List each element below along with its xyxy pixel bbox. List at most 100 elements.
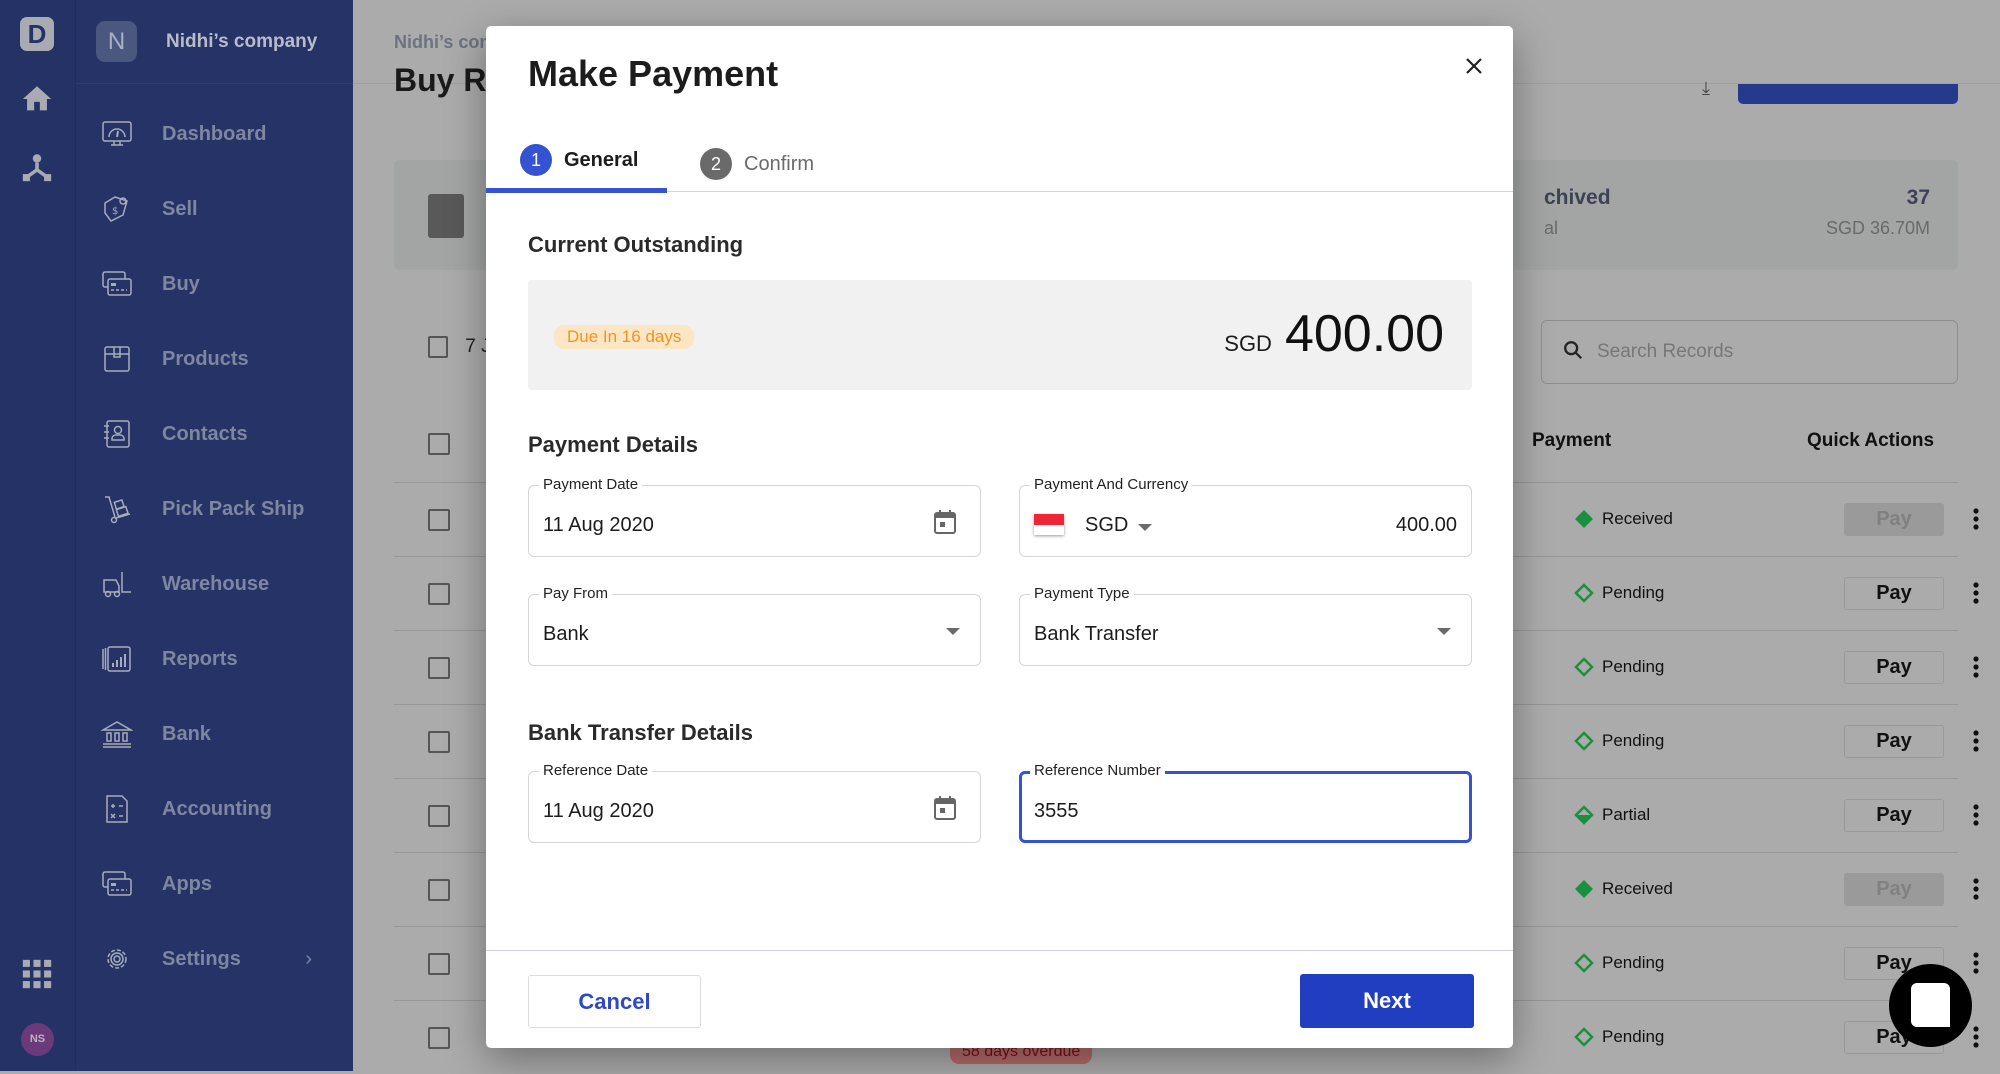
- sidebar-item-label: Buy: [162, 272, 200, 295]
- user-avatar[interactable]: NS: [21, 1023, 54, 1056]
- row-checkbox[interactable]: [428, 879, 450, 901]
- pay-button[interactable]: Pay: [1844, 503, 1944, 536]
- row-checkbox[interactable]: [428, 657, 450, 679]
- chat-button[interactable]: [1889, 964, 1972, 1047]
- close-icon[interactable]: [1462, 54, 1486, 78]
- pay-button[interactable]: Pay: [1844, 799, 1944, 832]
- sidebar-item-accounting[interactable]: Accounting: [76, 784, 354, 834]
- modal-title: Make Payment: [528, 53, 779, 94]
- edit-document-icon: [428, 194, 464, 238]
- more-options-icon[interactable]: [1972, 803, 1980, 827]
- pay-button[interactable]: Pay: [1844, 873, 1944, 906]
- sidebar-item-bank[interactable]: Bank: [76, 709, 354, 759]
- sidebar-item-warehouse[interactable]: Warehouse: [76, 559, 354, 609]
- row-checkbox[interactable]: [428, 805, 450, 827]
- primary-action-button[interactable]: [1738, 84, 1958, 104]
- company-switcher[interactable]: N Nidhi’s company: [76, 0, 353, 84]
- calendar-icon[interactable]: [934, 796, 956, 820]
- outstanding-currency: SGD: [1224, 331, 1272, 356]
- reference-date-field[interactable]: Reference Date 11 Aug 2020: [528, 762, 981, 843]
- more-options-icon[interactable]: [1972, 507, 1980, 531]
- bank-transfer-details-heading: Bank Transfer Details: [528, 720, 753, 745]
- gear-icon: [107, 949, 127, 969]
- sidebar-item-label: Warehouse: [162, 572, 270, 595]
- company-avatar: N: [96, 21, 137, 62]
- sidebar-item-settings[interactable]: Settings ›: [76, 934, 354, 984]
- sidebar-item-pick-pack-ship[interactable]: Pick Pack Ship: [76, 484, 354, 534]
- more-options-icon[interactable]: [1972, 729, 1980, 753]
- search-placeholder: Search Records: [1597, 341, 1734, 362]
- payment-date-value: 11 Aug 2020: [543, 514, 654, 536]
- payment-status: Partial: [1574, 805, 1650, 825]
- sidebar-item-products[interactable]: Products: [76, 334, 354, 384]
- box-icon: [104, 346, 130, 372]
- sidebar-item-label: Bank: [162, 722, 211, 745]
- summary-archived-sub: al: [1544, 218, 1559, 238]
- payment-status: Received: [1574, 879, 1673, 899]
- sidebar-item-label: Pick Pack Ship: [162, 497, 305, 520]
- tab-confirm[interactable]: 2 Confirm: [700, 132, 814, 196]
- icon-rail: D NS: [0, 0, 75, 1071]
- sidebar-item-label: Settings: [162, 947, 241, 970]
- hand-truck-icon: [105, 496, 131, 524]
- more-options-icon[interactable]: [1972, 1025, 1980, 1049]
- tab-general[interactable]: 1 General: [520, 128, 638, 192]
- summary-count: 37: [1906, 186, 1930, 209]
- date-filter[interactable]: 7 J: [428, 336, 491, 358]
- app-logo[interactable]: D: [20, 17, 54, 51]
- network-icon[interactable]: [20, 150, 54, 184]
- row-checkbox[interactable]: [428, 583, 450, 605]
- sidebar-item-apps[interactable]: Apps: [76, 859, 354, 909]
- apps-grid-icon[interactable]: [20, 957, 54, 991]
- row-checkbox[interactable]: [428, 1027, 450, 1049]
- download-icon[interactable]: ⤓: [1702, 78, 1710, 99]
- payment-status-label: Pending: [1602, 1027, 1665, 1046]
- outstanding-amount: SGD 400.00: [1224, 304, 1444, 364]
- pay-from-select[interactable]: Pay From Bank: [528, 585, 981, 666]
- status-received-icon: [1575, 510, 1593, 528]
- payment-date-field[interactable]: Payment Date 11 Aug 2020: [528, 476, 981, 557]
- sidebar-item-buy[interactable]: Buy: [76, 259, 354, 309]
- more-options-icon[interactable]: [1972, 581, 1980, 605]
- pay-button[interactable]: Pay: [1844, 725, 1944, 758]
- search-icon: [1564, 341, 1583, 360]
- cancel-button[interactable]: Cancel: [528, 975, 701, 1028]
- calculator-icon: [106, 795, 128, 823]
- next-button[interactable]: Next: [1300, 974, 1474, 1028]
- currency-select[interactable]: SGD: [1085, 514, 1128, 537]
- field-label: Reference Date: [539, 762, 653, 779]
- payment-type-select[interactable]: Payment Type Bank Transfer: [1019, 585, 1472, 666]
- calendar-icon[interactable]: [934, 510, 956, 534]
- more-options-icon[interactable]: [1972, 655, 1980, 679]
- sidebar-item-reports[interactable]: Reports: [76, 634, 354, 684]
- sidebar-item-sell[interactable]: $ Sell: [76, 184, 354, 234]
- field-label: Pay From: [539, 585, 613, 602]
- chevron-down-icon[interactable]: [1138, 524, 1152, 531]
- pay-from-value: Bank: [543, 623, 589, 645]
- breadcrumb[interactable]: Nidhi’s com: [394, 32, 495, 53]
- select-all-checkbox[interactable]: [428, 433, 450, 455]
- calendar-filter-icon: [428, 336, 448, 358]
- more-options-icon[interactable]: [1972, 877, 1980, 901]
- row-checkbox[interactable]: [428, 731, 450, 753]
- payment-status-label: Pending: [1602, 953, 1665, 972]
- pay-button[interactable]: Pay: [1844, 651, 1944, 684]
- home-icon[interactable]: [20, 82, 54, 116]
- sidebar-item-label: Accounting: [162, 797, 272, 820]
- sidebar-item-dashboard[interactable]: Dashboard: [76, 109, 354, 159]
- reference-number-input[interactable]: [1034, 800, 1394, 823]
- payment-status-label: Received: [1602, 509, 1673, 528]
- payment-type-value: Bank Transfer: [1034, 623, 1159, 645]
- row-checkbox[interactable]: [428, 509, 450, 531]
- more-options-icon[interactable]: [1972, 951, 1980, 975]
- pay-button[interactable]: Pay: [1844, 577, 1944, 610]
- search-records-input[interactable]: Search Records: [1541, 320, 1958, 384]
- payment-amount-input[interactable]: 400.00: [1396, 514, 1457, 537]
- reference-date-value: 11 Aug 2020: [543, 800, 654, 822]
- sidebar-item-contacts[interactable]: Contacts: [76, 409, 354, 459]
- reference-number-field[interactable]: Reference Number: [1019, 762, 1472, 843]
- payment-status-label: Pending: [1602, 583, 1665, 602]
- chevron-down-icon: [946, 628, 960, 635]
- payment-and-currency-field[interactable]: Payment And Currency SGD 400.00: [1019, 476, 1472, 557]
- row-checkbox[interactable]: [428, 953, 450, 975]
